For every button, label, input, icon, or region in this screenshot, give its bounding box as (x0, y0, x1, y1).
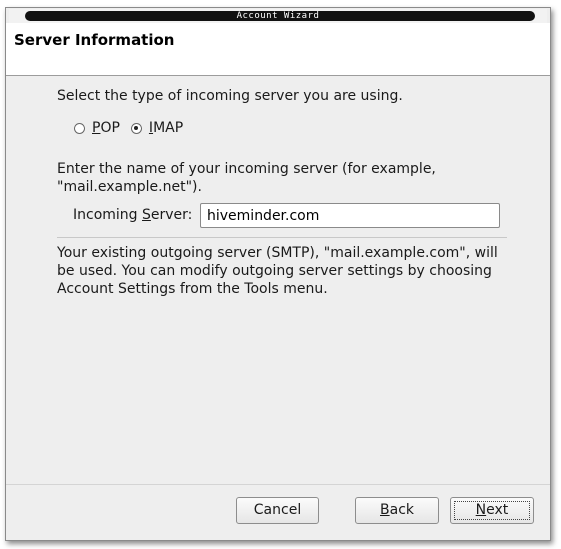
outgoing-server-note-line3: Account Settings from the Tools menu. (57, 281, 328, 297)
imap-label-accesskey: I (148, 120, 154, 136)
page-header: Server Information (6, 23, 550, 76)
server-type-prompt: Select the type of incoming server you a… (57, 88, 403, 104)
footer-divider (6, 484, 550, 485)
pop-radio-button[interactable] (74, 122, 85, 134)
outgoing-server-note-line2: be used. You can modify outgoing server … (57, 263, 492, 279)
back-accesskey: B (380, 502, 390, 518)
incoming-server-label-accesskey: S (142, 207, 151, 223)
section-divider (57, 237, 507, 238)
imap-radio-option[interactable]: IMAP (130, 120, 183, 136)
account-wizard-window: Account Wizard Server Information Select… (5, 7, 551, 541)
page-title: Server Information (14, 31, 175, 49)
outgoing-server-note-line1: Your existing outgoing server (SMTP), "m… (57, 245, 498, 261)
back-button[interactable]: Back (355, 497, 439, 524)
incoming-server-prompt-line1: Enter the name of your incoming server (… (57, 161, 436, 177)
imap-radio-button[interactable] (130, 122, 142, 134)
server-type-radio-group: POP IMAP (74, 119, 194, 137)
window-title: Account Wizard (236, 11, 320, 21)
pop-radio-option[interactable]: POP (74, 120, 120, 136)
incoming-server-input[interactable] (200, 203, 500, 228)
next-button[interactable]: Next (450, 497, 534, 524)
pop-radio-label[interactable]: POP (92, 120, 120, 136)
title-bar[interactable]: Account Wizard (9, 9, 547, 23)
imap-radio-label[interactable]: IMAP (149, 120, 183, 136)
incoming-server-prompt-line2: "mail.example.net"). (57, 179, 202, 195)
next-accesskey: N (475, 502, 487, 518)
cancel-button[interactable]: Cancel (236, 497, 319, 524)
incoming-server-label: Incoming Server: (73, 207, 193, 223)
pop-label-accesskey: P (92, 120, 101, 136)
